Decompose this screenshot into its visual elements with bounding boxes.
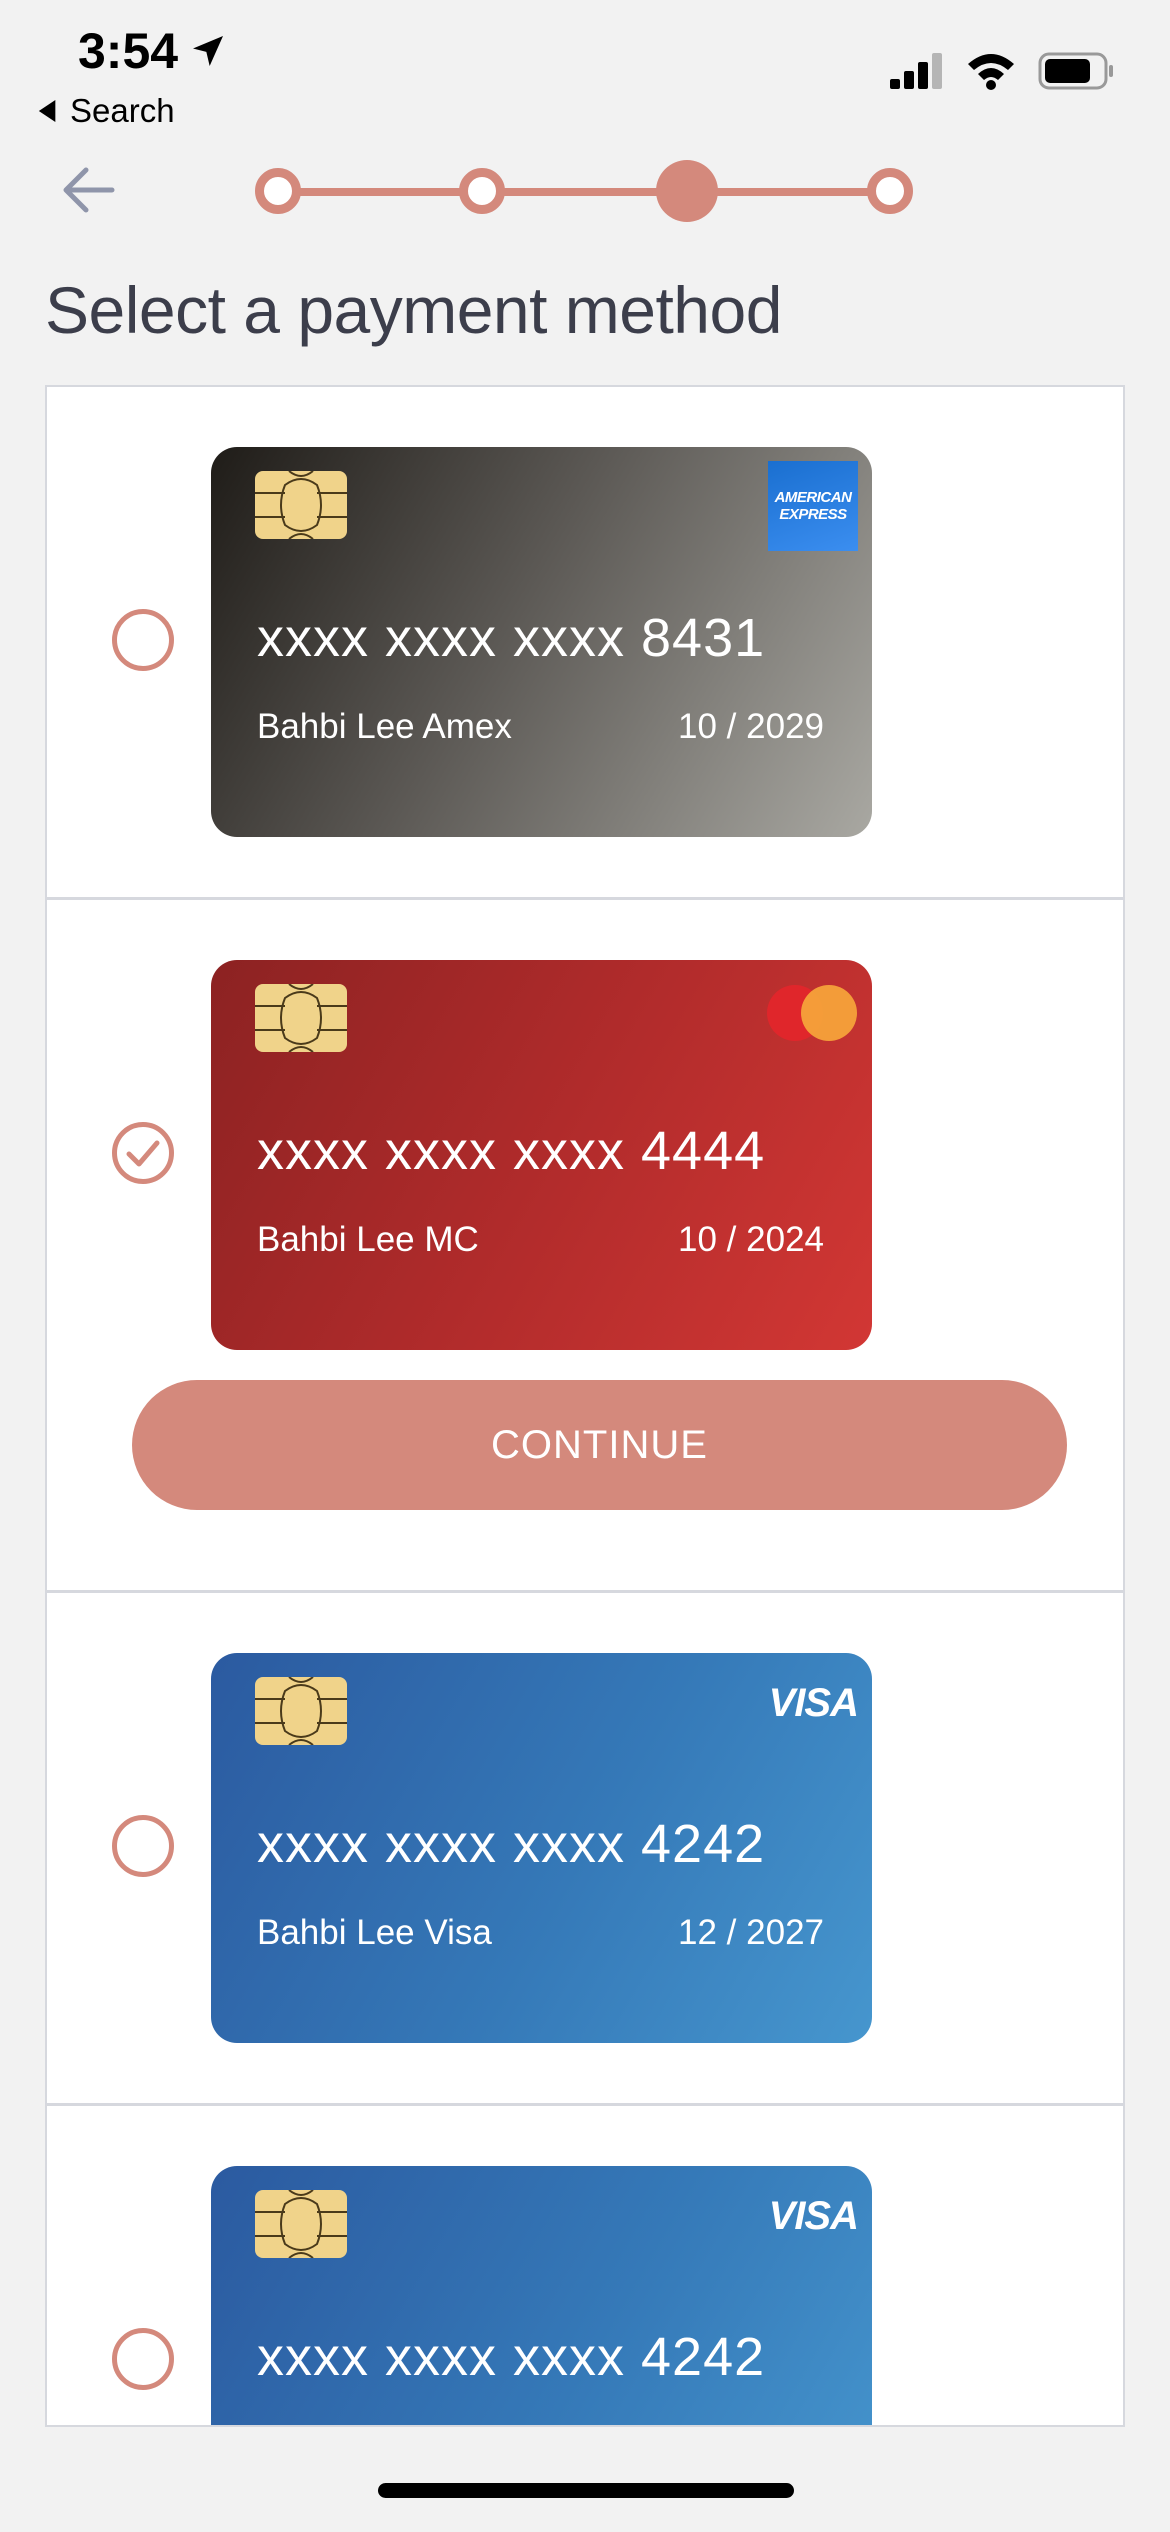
radio-unselected[interactable] (112, 609, 174, 671)
time-label: 3:54 (78, 23, 179, 79)
radio-selected[interactable] (112, 1122, 174, 1184)
back-button[interactable] (58, 160, 118, 220)
stepper-track (278, 188, 890, 196)
back-triangle-icon (38, 100, 56, 122)
cardholder-name: Bahbi Lee Visa (257, 1913, 492, 1952)
card-expiry: 12 / 2027 (678, 1913, 824, 1952)
credit-card[interactable]: xxxx xxxx xxxx 4444 Bahbi Lee MC 10 / 20… (211, 960, 872, 1350)
continue-button[interactable]: CONTINUE (132, 1380, 1067, 1510)
chip-icon (255, 1676, 347, 1746)
amex-logo-text-2: EXPRESS (779, 506, 847, 523)
amex-logo-text-1: AMERICAN (774, 489, 852, 506)
home-indicator[interactable] (378, 2483, 794, 2498)
step-4-dot (867, 168, 913, 214)
radio-unselected[interactable] (112, 2328, 174, 2390)
cardholder-name: Bahbi Lee Amex (257, 707, 512, 746)
status-indicators (890, 52, 1114, 90)
arrow-left-icon (63, 167, 115, 213)
back-to-search-label: Search (70, 92, 175, 129)
page-title: Select a payment method (45, 273, 782, 347)
amex-logo: AMERICAN EXPRESS (768, 461, 858, 551)
card-number: xxxx xxxx xxxx 4242 (257, 1814, 766, 1874)
card-number: xxxx xxxx xxxx 8431 (257, 608, 766, 668)
step-3-dot-current (656, 160, 718, 222)
payment-method-row-selected[interactable]: xxxx xxxx xxxx 4444 Bahbi Lee MC 10 / 20… (47, 900, 1123, 1593)
step-2-dot (459, 168, 505, 214)
visa-logo: VISA (768, 2194, 859, 2238)
card-number: xxxx xxxx xxxx 4242 (257, 2327, 766, 2387)
wifi-icon (968, 54, 1014, 90)
chip-icon (255, 470, 347, 540)
payment-method-row[interactable]: VISA xxxx xxxx xxxx 4242 (47, 2106, 1123, 2425)
card-expiry: 10 / 2029 (678, 707, 824, 746)
visa-logo: VISA (768, 1681, 859, 1725)
payment-method-row[interactable]: VISA xxxx xxxx xxxx 4242 Bahbi Lee Visa … (47, 1593, 1123, 2106)
step-1-dot (255, 168, 301, 214)
chip-icon (255, 2189, 347, 2259)
radio-unselected[interactable] (112, 1815, 174, 1877)
mastercard-logo (767, 985, 857, 1041)
cardholder-name: Bahbi Lee MC (257, 1220, 479, 1259)
status-time: 3:54 (78, 22, 228, 80)
credit-card[interactable]: VISA xxxx xxxx xxxx 4242 (211, 2166, 872, 2425)
credit-card[interactable]: VISA xxxx xxxx xxxx 4242 Bahbi Lee Visa … (211, 1653, 872, 2043)
back-to-search-link[interactable]: Search (38, 92, 175, 130)
location-arrow-icon (193, 36, 224, 66)
battery-icon (1038, 52, 1113, 90)
credit-card[interactable]: AMERICAN EXPRESS xxxx xxxx xxxx 8431 Bah… (211, 447, 872, 837)
card-number: xxxx xxxx xxxx 4444 (257, 1121, 766, 1181)
card-expiry: 10 / 2024 (678, 1220, 824, 1259)
checkmark-icon (126, 1140, 160, 1167)
payment-method-row[interactable]: AMERICAN EXPRESS xxxx xxxx xxxx 8431 Bah… (47, 387, 1123, 900)
payment-method-list: AMERICAN EXPRESS xxxx xxxx xxxx 8431 Bah… (45, 385, 1125, 2427)
cellular-signal-icon (890, 53, 942, 89)
chip-icon (255, 983, 347, 1053)
